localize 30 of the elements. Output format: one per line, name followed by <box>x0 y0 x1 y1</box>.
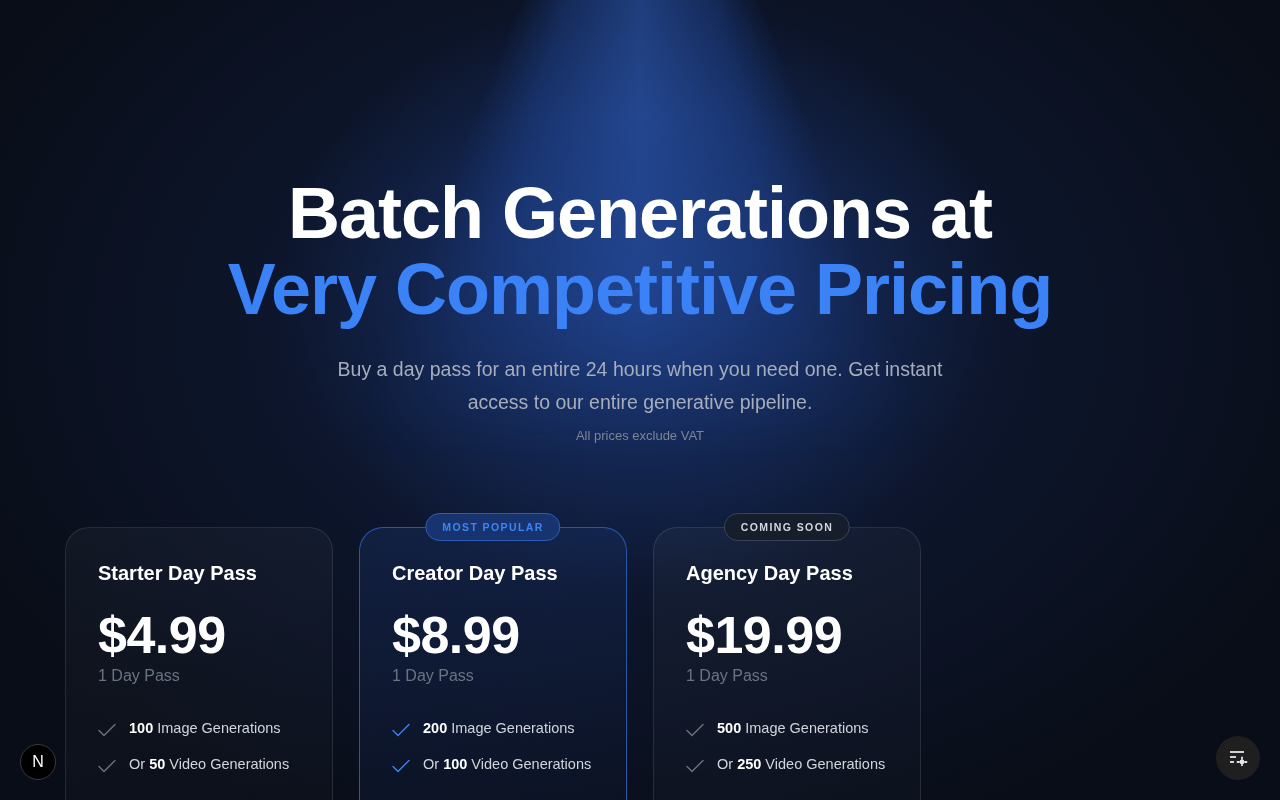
plan-name: Agency Day Pass <box>686 561 854 586</box>
plan-period: 1 Day Pass <box>98 666 181 686</box>
plan-period: 1 Day Pass <box>392 666 475 686</box>
check-icon <box>98 759 116 773</box>
feature-text: Or 250 Video Generations <box>717 755 886 774</box>
plan-price: $19.99 <box>686 605 844 665</box>
plan-price: $8.99 <box>392 605 521 665</box>
plan-name: Starter Day Pass <box>98 561 258 586</box>
hero-subtitle: Buy a day pass for an entire 24 hours when you need one. Get instant access to our entire generative pipeline. <box>336 357 944 415</box>
feature-text: 500 Image Generations <box>717 719 869 738</box>
pricing-note: All prices exclude VAT <box>575 427 705 445</box>
feature-text: 200 Image Generations <box>423 719 575 738</box>
plan-badge: COMING SOON <box>723 513 851 541</box>
plan-badge: MOST POPULAR <box>425 513 561 541</box>
plan-name: Creator Day Pass <box>392 561 559 586</box>
feature-text: Or 100 Video Generations <box>423 755 592 774</box>
feature-text: Or 50 Video Generations <box>129 755 290 774</box>
plan-period: 1 Day Pass <box>686 666 769 686</box>
headline: Batch Generations at <box>287 175 993 251</box>
check-icon <box>392 723 410 737</box>
headline-accent: Very Competitive Pricing <box>227 251 1053 327</box>
check-icon <box>98 723 116 737</box>
toolbar-button[interactable] <box>1216 736 1260 780</box>
list-sparkle-icon <box>1228 750 1248 766</box>
check-icon <box>686 723 704 737</box>
plan-price: $4.99 <box>98 605 227 665</box>
feature-text: 100 Image Generations <box>129 719 281 738</box>
check-icon <box>392 759 410 773</box>
check-icon <box>686 759 704 773</box>
logo-button[interactable]: N <box>20 744 56 780</box>
